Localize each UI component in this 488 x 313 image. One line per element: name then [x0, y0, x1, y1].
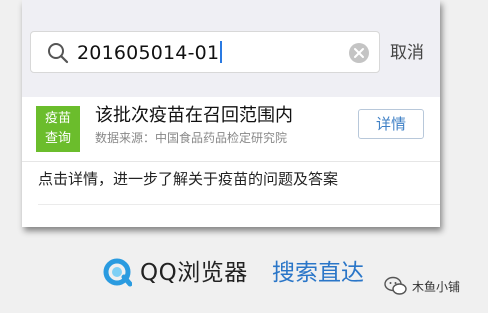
watermark: 木鱼小铺	[384, 272, 460, 300]
search-input[interactable]: 201605014-01	[30, 31, 380, 73]
result-description-link[interactable]: 点击详情，进一步了解关于疫苗的问题及答案	[38, 169, 338, 189]
search-query-value: 201605014-01	[77, 42, 220, 64]
qq-browser-logo-icon	[103, 258, 132, 287]
clear-icon[interactable]	[349, 43, 369, 63]
search-query-text: 201605014-01	[77, 41, 223, 65]
search-bar: 201605014-01 取消	[22, 0, 440, 97]
wechat-icon	[384, 276, 407, 295]
text-caret	[220, 41, 223, 63]
search-icon	[48, 43, 69, 64]
result-source: 数据来源：中国食品药品检定研究院	[95, 131, 288, 145]
search-result-card[interactable]: 疫苗 查询 该批次疫苗在召回范围内 数据来源：中国食品药品检定研究院 详情 点击…	[22, 97, 440, 213]
divider	[38, 204, 440, 205]
divider	[22, 161, 440, 162]
badge-line-2: 查询	[44, 131, 71, 146]
footer-brand: QQ浏览器	[140, 260, 248, 286]
phone-screen: 201605014-01 取消 疫苗 查询 该批次疫苗在召回范围内 数据来源：中…	[22, 0, 440, 227]
vaccine-query-badge: 疫苗 查询	[36, 106, 80, 152]
badge-line-1: 疫苗	[44, 111, 71, 126]
footer-slogan: 搜索直达	[272, 260, 364, 286]
result-title: 该批次疫苗在召回范围内	[95, 105, 293, 126]
detail-button[interactable]: 详情	[358, 109, 424, 139]
cancel-button[interactable]: 取消	[390, 42, 424, 64]
watermark-text: 木鱼小铺	[412, 279, 461, 294]
